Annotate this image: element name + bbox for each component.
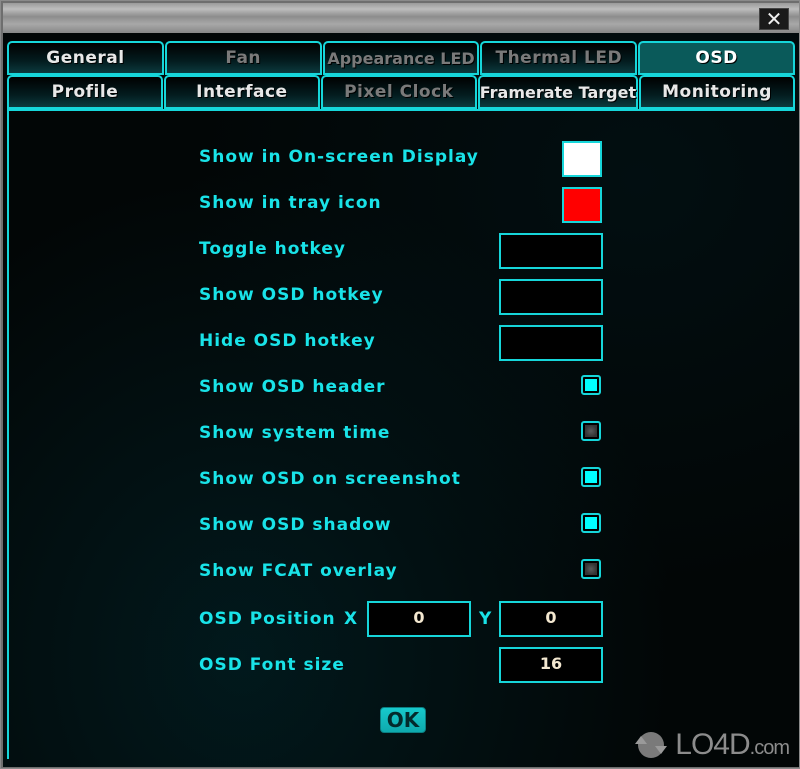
lo4d-watermark: LO4D.com xyxy=(631,725,790,765)
tab-pixel-clock[interactable]: Pixel Clock xyxy=(320,75,477,109)
dialog-client-area: General Fan Appearance LED Thermal LED O… xyxy=(3,33,799,767)
tray-color-swatch[interactable] xyxy=(562,187,602,223)
osd-panel xyxy=(7,109,795,759)
tab-framerate-target[interactable]: Framerate Target xyxy=(477,75,639,109)
show-osd-on-screenshot-checkbox[interactable] xyxy=(581,467,601,487)
checkbox-fill xyxy=(585,517,597,529)
osd-settings-window: ✕ General Fan Appearance LED Thermal LED… xyxy=(0,0,800,769)
toggle-hotkey-field[interactable] xyxy=(499,233,603,269)
osd-color-swatch[interactable] xyxy=(562,141,602,177)
tab-thermal-led[interactable]: Thermal LED xyxy=(480,41,638,75)
checkbox-fill xyxy=(585,379,597,391)
tab-bar: General Fan Appearance LED Thermal LED O… xyxy=(7,41,795,109)
tab-monitoring[interactable]: Monitoring xyxy=(639,75,795,109)
tab-profile[interactable]: Profile xyxy=(7,75,163,109)
osd-position-y-field[interactable]: 0 xyxy=(499,601,603,637)
lo4d-logo-icon xyxy=(635,732,668,758)
checkbox-fill xyxy=(585,563,597,575)
show-fcat-overlay-label: Show FCAT overlay xyxy=(199,561,398,581)
show-osd-hotkey-label: Show OSD hotkey xyxy=(199,285,384,305)
close-icon: ✕ xyxy=(765,7,783,31)
title-bar[interactable]: ✕ xyxy=(3,3,799,33)
y-label: Y xyxy=(479,609,493,629)
show-osd-header-label: Show OSD header xyxy=(199,377,386,397)
show-system-time-label: Show system time xyxy=(199,423,391,443)
show-osd-header-checkbox[interactable] xyxy=(581,375,601,395)
osd-position-label: OSD Position xyxy=(199,609,336,629)
checkbox-fill xyxy=(585,425,597,437)
osd-position-x-field[interactable]: 0 xyxy=(367,601,471,637)
show-in-tray-label: Show in tray icon xyxy=(199,193,382,213)
show-osd-shadow-label: Show OSD shadow xyxy=(199,515,392,535)
tab-osd[interactable]: OSD xyxy=(638,41,795,75)
show-system-time-checkbox[interactable] xyxy=(581,421,601,441)
osd-font-size-field[interactable]: 16 xyxy=(499,647,603,683)
ok-button[interactable]: OK xyxy=(380,707,426,733)
show-fcat-overlay-checkbox[interactable] xyxy=(581,559,601,579)
x-label: X xyxy=(344,609,359,629)
tab-appearance-led[interactable]: Appearance LED xyxy=(322,41,480,75)
show-osd-on-screenshot-label: Show OSD on screenshot xyxy=(199,469,461,489)
show-osd-hotkey-field[interactable] xyxy=(499,279,603,315)
tab-fan[interactable]: Fan xyxy=(164,41,322,75)
hide-osd-hotkey-label: Hide OSD hotkey xyxy=(199,331,376,351)
tab-general[interactable]: General xyxy=(7,41,164,75)
toggle-hotkey-label: Toggle hotkey xyxy=(199,239,346,259)
osd-font-size-label: OSD Font size xyxy=(199,655,345,675)
show-in-osd-label: Show in On-screen Display xyxy=(199,147,479,167)
checkbox-fill xyxy=(585,471,597,483)
close-button[interactable]: ✕ xyxy=(759,8,789,30)
tab-interface[interactable]: Interface xyxy=(163,75,320,109)
tab-row-1: General Fan Appearance LED Thermal LED O… xyxy=(7,41,795,75)
show-osd-shadow-checkbox[interactable] xyxy=(581,513,601,533)
watermark-text: LO4D.com xyxy=(675,728,790,761)
hide-osd-hotkey-field[interactable] xyxy=(499,325,603,361)
tab-row-2: Profile Interface Pixel Clock Framerate … xyxy=(7,75,795,109)
